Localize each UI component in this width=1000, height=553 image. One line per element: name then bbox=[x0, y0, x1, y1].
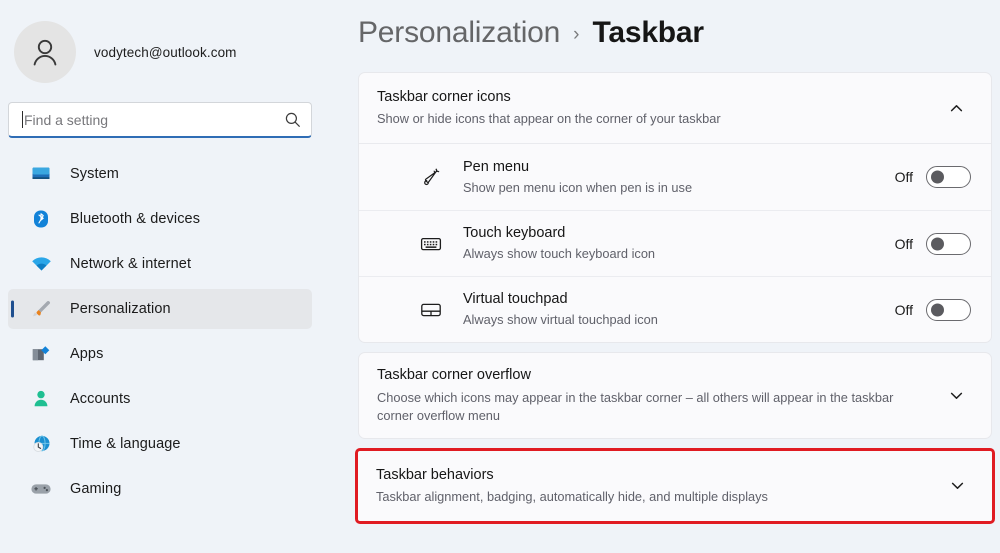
sidebar-item-accounts[interactable]: Accounts bbox=[8, 379, 312, 419]
apps-icon bbox=[30, 343, 52, 365]
wifi-icon bbox=[30, 253, 52, 275]
search-icon[interactable] bbox=[284, 111, 301, 128]
pen-icon bbox=[417, 163, 445, 191]
card-taskbar-behaviors: Taskbar behaviors Taskbar alignment, bad… bbox=[355, 447, 995, 524]
gamepad-icon bbox=[30, 478, 52, 500]
sidebar-item-bluetooth-devices[interactable]: Bluetooth & devices bbox=[8, 199, 312, 239]
sidebar-item-gaming[interactable]: Gaming bbox=[8, 469, 312, 509]
text-caret bbox=[22, 111, 23, 128]
touchpad-icon bbox=[417, 296, 445, 324]
account-icon bbox=[30, 388, 52, 410]
toggle-knob bbox=[931, 303, 944, 316]
sidebar-item-label: Bluetooth & devices bbox=[70, 211, 201, 227]
row-subtitle: Always show virtual touchpad icon bbox=[463, 312, 658, 328]
sidebar-item-label: Network & internet bbox=[70, 256, 192, 272]
sidebar-item-label: Time & language bbox=[70, 436, 181, 452]
sidebar-item-label: Accounts bbox=[70, 391, 131, 407]
chevron-down-icon[interactable] bbox=[942, 471, 972, 501]
sidebar-item-apps[interactable]: Apps bbox=[8, 334, 312, 374]
sidebar-item-time-language[interactable]: Time & language bbox=[8, 424, 312, 464]
card-subtitle: Show or hide icons that appear on the co… bbox=[377, 111, 721, 127]
paintbrush-icon bbox=[30, 298, 52, 320]
sidebar-nav: System Bluetooth & devices Network & int… bbox=[0, 154, 330, 509]
toggle-area: Off bbox=[895, 166, 971, 188]
monitor-icon bbox=[30, 163, 52, 185]
breadcrumb-parent[interactable]: Personalization bbox=[358, 16, 560, 50]
card-subtitle: Choose which icons may appear in the tas… bbox=[377, 389, 894, 423]
search-input[interactable] bbox=[24, 111, 278, 128]
sidebar-item-label: Gaming bbox=[70, 481, 122, 497]
bluetooth-icon bbox=[30, 208, 52, 230]
toggle-state-label: Off bbox=[894, 301, 913, 318]
card-title: Taskbar corner icons bbox=[377, 88, 511, 105]
search-container bbox=[8, 102, 312, 138]
touch-keyboard-icon bbox=[417, 230, 445, 258]
sidebar-item-label: System bbox=[70, 166, 119, 182]
settings-window: vodytech@outlook.com Find a setting Syst… bbox=[0, 0, 1000, 553]
sidebar-item-label: Apps bbox=[70, 346, 104, 362]
card-header[interactable]: Taskbar corner overflow Choose which ico… bbox=[359, 353, 991, 438]
toggle-state-label: Off bbox=[894, 169, 913, 185]
toggle-knob bbox=[931, 237, 944, 250]
chevron-up-icon[interactable] bbox=[941, 93, 971, 123]
card-header[interactable]: Taskbar corner icons Show or hide icons … bbox=[359, 73, 991, 143]
account-email: vodytech@outlook.com bbox=[94, 44, 237, 60]
clock-globe-icon bbox=[30, 433, 52, 455]
toggle-knob bbox=[931, 170, 944, 184]
virtual-touchpad-toggle[interactable] bbox=[926, 298, 971, 321]
row-title: Pen menu bbox=[463, 158, 530, 175]
setting-row-touch-keyboard: Touch keyboard Always show touch keyboar… bbox=[359, 210, 991, 276]
sidebar-item-personalization[interactable]: Personalization bbox=[8, 289, 312, 329]
toggle-area: Off bbox=[894, 232, 971, 255]
setting-row-pen-menu: Pen menu Show pen menu icon when pen is … bbox=[359, 144, 991, 210]
row-title: Touch keyboard bbox=[463, 225, 566, 242]
toggle-area: Off bbox=[894, 298, 971, 321]
card-taskbar-corner-overflow: Taskbar corner overflow Choose which ico… bbox=[358, 352, 992, 439]
card-header[interactable]: Taskbar behaviors Taskbar alignment, bad… bbox=[358, 451, 992, 521]
sidebar-item-system[interactable]: System bbox=[8, 154, 312, 194]
breadcrumb-separator-icon: › bbox=[573, 24, 580, 45]
card-subtitle: Taskbar alignment, badging, automaticall… bbox=[376, 489, 768, 505]
toggle-state-label: Off bbox=[894, 235, 913, 252]
account-header[interactable]: vodytech@outlook.com bbox=[0, 0, 330, 86]
setting-row-virtual-touchpad: Virtual touchpad Always show virtual tou… bbox=[359, 276, 991, 342]
row-subtitle: Always show touch keyboard icon bbox=[463, 246, 656, 262]
chevron-down-icon[interactable] bbox=[941, 380, 971, 410]
card-taskbar-corner-icons: Taskbar corner icons Show or hide icons … bbox=[358, 72, 992, 343]
avatar bbox=[14, 21, 76, 83]
search-box[interactable] bbox=[8, 102, 312, 138]
row-subtitle: Show pen menu icon when pen is in use bbox=[463, 179, 693, 195]
sidebar: vodytech@outlook.com Find a setting Syst… bbox=[0, 0, 330, 553]
sidebar-item-label: Personalization bbox=[70, 301, 171, 317]
page-title: Taskbar bbox=[592, 16, 704, 49]
pen-menu-toggle[interactable] bbox=[926, 166, 971, 188]
breadcrumb: Personalization › Taskbar bbox=[358, 0, 992, 72]
touch-keyboard-toggle[interactable] bbox=[926, 232, 971, 255]
row-title: Virtual touchpad bbox=[463, 291, 568, 308]
card-title: Taskbar corner overflow bbox=[377, 367, 531, 383]
card-title: Taskbar behaviors bbox=[376, 466, 494, 483]
sidebar-item-network-internet[interactable]: Network & internet bbox=[8, 244, 312, 284]
main-content: Personalization › Taskbar Taskbar corner… bbox=[330, 0, 1000, 553]
